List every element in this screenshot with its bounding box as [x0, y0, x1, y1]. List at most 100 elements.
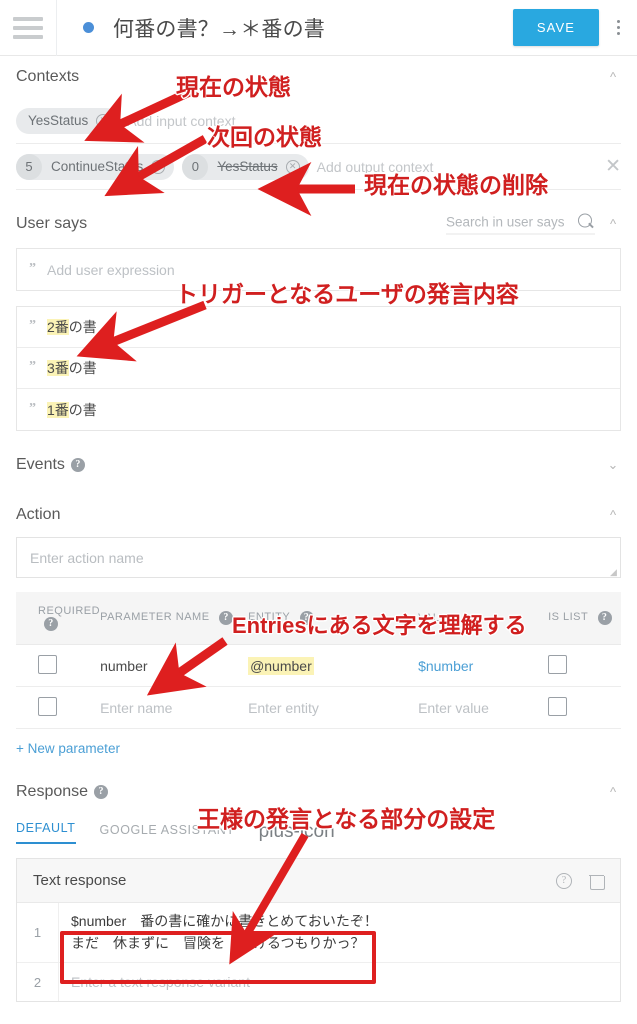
hamburger-icon[interactable] — [0, 0, 56, 55]
events-section: Events ? ⌄ — [0, 443, 637, 487]
parameter-name-value: number — [100, 657, 148, 674]
expression-highlight: 2番 — [47, 319, 69, 335]
column-label: VALUE — [418, 612, 456, 624]
cell-value[interactable]: $number — [418, 644, 549, 687]
action-name-input[interactable]: Enter action name ◢ — [16, 537, 621, 578]
text-response-value[interactable]: $number 番の書に確かに書きとめておいたぞ！ まだ 休まずに 冒険を 続け… — [59, 903, 390, 962]
add-user-expression-box[interactable]: ” Add user expression — [16, 248, 621, 291]
output-context-chip-yesstatus[interactable]: 0 YesStatus ✕ — [182, 153, 309, 180]
table-row[interactable]: number @number $number — [16, 644, 621, 687]
events-header[interactable]: Events ? ⌄ — [16, 443, 621, 487]
text-response-row[interactable]: 2 Enter a text response variant — [17, 963, 620, 1002]
text-response-title: Text response — [33, 872, 127, 889]
list-item[interactable]: ” 2番の書 — [17, 307, 620, 348]
cell-entity[interactable]: @number — [248, 644, 419, 687]
action-title: Action — [16, 506, 61, 523]
text-response-card-actions: ? — [556, 872, 605, 890]
row-number: 2 — [17, 963, 59, 1002]
expression-highlight: 1番 — [47, 401, 69, 418]
is-list-checkbox[interactable] — [548, 654, 568, 674]
help-icon[interactable]: ? — [597, 611, 612, 625]
resize-grip-icon[interactable]: ◢ — [610, 568, 618, 577]
plus-icon: + — [16, 741, 24, 756]
header-divider — [56, 0, 57, 56]
required-checkbox[interactable] — [38, 696, 57, 716]
output-context-chip-continuestatus[interactable]: 5 ContinueStatus ✕ — [16, 153, 175, 180]
table-row[interactable]: Enter name Enter entity Enter value — [16, 686, 621, 729]
column-header-required: REQUIRED ? — [16, 592, 101, 645]
cell-parameter-name[interactable]: Enter name — [100, 686, 249, 729]
expression-text: の書 — [68, 360, 97, 376]
kebab-menu-icon[interactable] — [599, 0, 637, 56]
help-icon[interactable]: ? — [70, 458, 85, 472]
action-name-placeholder: Enter action name — [30, 549, 144, 566]
input-context-placeholder[interactable]: Add input context — [127, 113, 235, 129]
help-icon[interactable]: ? — [219, 611, 234, 625]
add-user-expression-placeholder: Add user expression — [47, 261, 175, 278]
is-list-checkbox[interactable] — [548, 696, 568, 716]
expression-text: の書 — [68, 319, 97, 335]
cell-entity[interactable]: Enter entity — [248, 686, 419, 729]
column-label: IS LIST — [548, 611, 589, 623]
text-response-row[interactable]: 1 $number 番の書に確かに書きとめておいたぞ！ まだ 休まずに 冒険を … — [17, 903, 620, 964]
new-parameter-label: New parameter — [27, 741, 120, 756]
user-says-section: User says ^ ” Add user expression ” 2番の書… — [0, 200, 637, 431]
parameter-name-placeholder: Enter name — [100, 699, 173, 716]
list-item[interactable]: ” 3番の書 — [17, 348, 620, 389]
cell-parameter-name[interactable]: number — [100, 644, 249, 687]
help-icon[interactable]: ? — [94, 785, 109, 799]
new-parameter-button[interactable]: + New parameter — [16, 741, 120, 756]
chevron-up-icon[interactable]: ^ — [605, 785, 621, 800]
search-icon[interactable] — [578, 213, 595, 231]
help-icon[interactable]: ? — [556, 872, 572, 889]
chevron-up-icon[interactable]: ^ — [605, 70, 621, 85]
column-header-entity: ENTITY ? — [248, 592, 419, 645]
expression-highlight: 3番 — [47, 360, 69, 376]
response-header: Response ? ^ — [16, 774, 621, 810]
app-root: 何番の書？→＊番の書 SAVE Contexts ^ YesStatus ✕ A… — [0, 0, 637, 1024]
save-button[interactable]: SAVE — [512, 9, 599, 46]
input-contexts-row[interactable]: YesStatus ✕ Add input context — [16, 98, 621, 144]
close-icon[interactable]: ✕ — [605, 155, 621, 178]
remove-circle-icon[interactable]: ✕ — [285, 159, 300, 174]
chevron-up-icon[interactable]: ^ — [605, 217, 621, 232]
cell-value[interactable]: Enter value — [418, 686, 549, 729]
action-header: Action ^ — [16, 493, 621, 537]
plus-icon[interactable]: plus-icon — [259, 822, 335, 844]
intent-status-dot-icon — [83, 22, 94, 33]
table-header-row: REQUIRED ? PARAMETER NAME ? ENTITY ? VAL… — [16, 592, 621, 645]
output-contexts-row[interactable]: 5 ContinueStatus ✕ 0 YesStatus ✕ Add out… — [16, 144, 621, 190]
tab-google-assistant[interactable]: GOOGLE ASSISTANT — [100, 823, 235, 844]
column-header-value: VALUE — [418, 592, 549, 645]
trash-icon[interactable] — [589, 873, 605, 890]
entity-placeholder: Enter entity — [248, 699, 319, 716]
user-says-title: User says — [16, 215, 88, 232]
response-tabs: DEFAULT GOOGLE ASSISTANT plus-icon — [16, 810, 621, 844]
help-icon[interactable]: ? — [44, 617, 58, 631]
user-says-search[interactable] — [446, 213, 595, 235]
output-context-label: YesStatus — [217, 159, 278, 174]
chevron-down-icon[interactable]: ⌄ — [605, 457, 621, 473]
remove-circle-icon[interactable]: ✕ — [96, 113, 111, 128]
help-icon[interactable]: ? — [299, 611, 314, 625]
quote-icon: ” — [29, 318, 36, 333]
contexts-title: Contexts — [16, 68, 80, 85]
output-context-placeholder[interactable]: Add output context — [317, 159, 434, 175]
required-checkbox[interactable] — [38, 654, 57, 674]
search-input[interactable] — [446, 214, 574, 230]
events-title: Events — [16, 456, 65, 473]
output-context-label: ContinueStatus — [51, 159, 144, 174]
remove-circle-icon[interactable]: ✕ — [151, 159, 166, 174]
output-context-lifespan: 5 — [16, 153, 42, 180]
text-response-card-header: Text response ? — [17, 859, 620, 903]
tab-default[interactable]: DEFAULT — [16, 821, 76, 844]
parameters-table: REQUIRED ? PARAMETER NAME ? ENTITY ? VAL… — [16, 592, 621, 729]
text-response-placeholder[interactable]: Enter a text response variant — [59, 963, 262, 1001]
user-says-header: User says ^ — [16, 200, 621, 248]
add-user-expression-row[interactable]: ” Add user expression — [17, 249, 620, 290]
input-context-chip[interactable]: YesStatus ✕ — [16, 107, 120, 134]
list-item[interactable]: ” 1番の書 — [17, 389, 620, 430]
quote-icon: ” — [29, 400, 36, 416]
app-header: 何番の書？→＊番の書 SAVE — [0, 0, 637, 56]
chevron-up-icon[interactable]: ^ — [605, 508, 621, 523]
